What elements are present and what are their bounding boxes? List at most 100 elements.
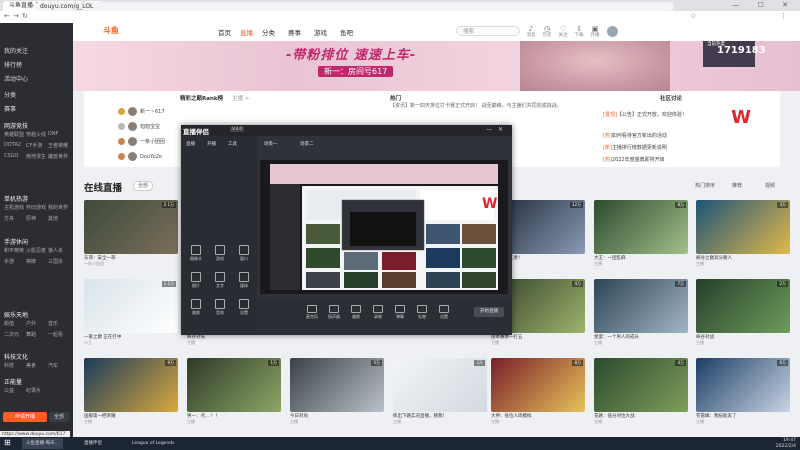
forward-icon[interactable]: → — [13, 12, 19, 20]
sidebar-link[interactable]: 英雄联盟 — [4, 131, 26, 138]
rank-row[interactable]: 新一丶617 — [118, 107, 165, 116]
back-icon[interactable]: ← — [4, 12, 10, 20]
nav-home[interactable]: 首页 — [218, 27, 231, 37]
nav-yuba[interactable]: 鱼吧 — [340, 27, 353, 37]
promo-banner[interactable] — [73, 41, 800, 91]
star-icon[interactable]: ☆ — [690, 12, 696, 20]
sidebar-link[interactable]: 科技 — [4, 362, 26, 369]
live-card[interactable]: 8万 大王：一团乱麻 主播 — [594, 200, 688, 267]
sidebar-link[interactable]: 手游 — [4, 258, 26, 265]
reload-icon[interactable]: ↻ — [22, 12, 28, 20]
game-tool[interactable]: 游戏 — [210, 245, 230, 262]
sidebar-section-title[interactable]: 正能量 — [4, 377, 22, 386]
sidebar-link[interactable]: 舞蹈 — [26, 331, 48, 338]
obs-scene-1[interactable]: 场景一 — [264, 141, 278, 147]
sidebar-link[interactable]: 火影忍者 — [26, 247, 48, 254]
url-input[interactable]: douyu.com/g_LOL — [34, 1, 674, 11]
notice-row[interactable]: [新]主播排行榜数据更新说明 — [603, 144, 667, 151]
menu-icon[interactable]: ⋮ — [780, 12, 787, 20]
beauty-button[interactable]: 美颜 — [346, 305, 366, 320]
mic-button[interactable]: 麦克风 — [302, 305, 322, 320]
live-card[interactable]: 5万 今日对局 主播 — [290, 358, 384, 425]
sidebar-link[interactable]: CSGO — [4, 153, 26, 160]
nav-live[interactable]: 直播 — [240, 27, 253, 37]
sidebar-link[interactable]: 二次元 — [4, 331, 26, 338]
history-icon[interactable]: ◷ 历史 — [540, 25, 554, 38]
sidebar-item-rank[interactable]: 排行榜 — [4, 60, 22, 69]
sidebar-link[interactable]: DNF — [48, 131, 70, 138]
sidebar-link[interactable]: 一起看 — [48, 331, 70, 338]
sidebar-section-title[interactable]: 科技文化 — [4, 352, 28, 361]
sidebar-all-button[interactable]: 全部 — [49, 412, 69, 422]
live-card[interactable]: 1万 男一：点... ！！ 主播 — [187, 358, 281, 425]
notice-row[interactable]: [热]如何看待官方新出的活动 — [603, 132, 667, 139]
live-card[interactable]: 6万 苍雷峰：我技能丢了 主播 — [696, 358, 790, 425]
window-controls[interactable]: — ☐ ✕ — [732, 0, 796, 11]
live-card[interactable]: 8万 大神：低位人肉模拟 主播 — [491, 358, 585, 425]
sidebar-link[interactable]: 三国杀 — [48, 258, 70, 265]
window-tool[interactable]: 窗口 — [234, 245, 254, 262]
camera-tool[interactable]: 摄像头 — [186, 245, 206, 262]
site-logo[interactable]: 斗鱼 — [103, 25, 135, 37]
sidebar-link[interactable]: 穿越火线 — [26, 131, 48, 138]
sidebar-link[interactable]: 棋牌 — [26, 258, 48, 265]
start-stream-button[interactable]: 开始直播 — [474, 307, 504, 317]
sidebar-link[interactable]: 公益 — [4, 387, 26, 394]
sidebar-link[interactable]: 主机游戏 — [4, 204, 26, 211]
windows-start-icon[interactable]: ⊞ — [4, 438, 11, 447]
sidebar-section-title[interactable]: 手游休闲 — [4, 237, 28, 246]
nav-games[interactable]: 游戏 — [314, 27, 327, 37]
gift-button[interactable]: 礼物 — [412, 305, 432, 320]
sidebar-link[interactable]: 音乐 — [48, 320, 70, 327]
live-card[interactable]: 9万 国服第一把荣耀 主播 — [84, 358, 178, 425]
obs-tab-live[interactable]: 直播 — [186, 141, 195, 147]
taskbar-item-browser[interactable]: 斗鱼直播-每天... — [22, 438, 63, 449]
speaker-button[interactable]: 扬声器 — [324, 305, 344, 320]
taskbar-item-streamer[interactable]: 直播伴侣 — [80, 438, 106, 449]
live-card[interactable]: 2.1万 东哥：安全一哥 一条小团团 — [84, 200, 178, 267]
sidebar-link[interactable]: 绝地求生 — [26, 153, 48, 160]
stream-preview[interactable]: W — [260, 160, 508, 294]
sidebar-section-title[interactable]: 娱乐天地 — [4, 310, 28, 319]
rank-row[interactable]: 一条小团团 — [118, 137, 165, 146]
sidebar-link[interactable]: 王者荣耀 — [48, 142, 70, 149]
sort-recommend-option[interactable]: 推荐 — [732, 182, 742, 189]
search-input[interactable]: 搜索 — [456, 26, 520, 36]
sidebar-link[interactable]: 和平精英 — [4, 247, 26, 254]
record-button[interactable]: 录制 — [368, 305, 388, 320]
sidebar-link[interactable]: 其他 — [48, 215, 70, 222]
sidebar-link[interactable]: 纪录片 — [26, 387, 48, 394]
news-text[interactable]: 【资讯】新一四天排位打卡赛正式开启！ 战至巅峰，与主播们共同完成挑战。 — [390, 103, 600, 110]
sidebar-link[interactable]: 我的世界 — [48, 204, 70, 211]
sort-hot-option[interactable]: 热门排序 — [695, 182, 715, 189]
sound-tool[interactable]: 音效 — [210, 299, 230, 316]
sidebar-link[interactable]: 户外 — [26, 320, 48, 327]
live-filter-tab[interactable]: 全部 — [133, 181, 153, 191]
apply-stream-button[interactable]: 申请开播 — [3, 412, 47, 422]
sidebar-item-follow[interactable]: 我的关注 — [4, 46, 28, 55]
live-card[interactable]: 1.1万 一家之巅 正在打中 小王 — [84, 279, 178, 346]
nav-category[interactable]: 分类 — [262, 27, 275, 37]
minimize-icon[interactable]: — — [486, 126, 492, 133]
text-tool[interactable]: 文字 — [210, 272, 230, 289]
obs-tab-start[interactable]: 开播 — [207, 141, 216, 147]
nav-events[interactable]: 赛事 — [288, 27, 301, 37]
live-card[interactable]: 4万 花路：低分对位大战 主播 — [594, 358, 688, 425]
taskbar-item-lol[interactable]: League of Legends — [128, 438, 179, 449]
sidebar-link[interactable]: 汽车 — [48, 362, 70, 369]
sidebar-section-title[interactable]: 网游竞技 — [4, 121, 28, 130]
sidebar-link[interactable]: CF手游 — [26, 142, 48, 149]
rank-row[interactable]: 旭旭宝宝 — [118, 122, 160, 131]
download-icon[interactable]: ⇩ 下载 — [572, 25, 586, 38]
live-card[interactable]: 3万 峡谷之巅高分路人 主播 — [696, 200, 790, 267]
sidebar-item-activity[interactable]: 活动中心 — [4, 74, 28, 83]
avatar-icon[interactable] — [607, 26, 618, 37]
sort-video-option[interactable]: 视频 — [765, 182, 775, 189]
sidebar-item-events[interactable]: 赛事 — [4, 104, 16, 113]
rank-row[interactable]: DouYu2o — [118, 152, 162, 161]
settings-button[interactable]: 设置 — [434, 305, 454, 320]
notice-row[interactable]: [置顶]【公告】正式开放，欢迎体验！ — [603, 111, 687, 118]
sidebar-item-category[interactable]: 分类 — [4, 90, 16, 99]
sidebar-link[interactable]: DOTA2 — [4, 142, 26, 149]
live-card[interactable]: 3万 练出下路实况直播，猪我！ 主播 — [393, 358, 487, 425]
